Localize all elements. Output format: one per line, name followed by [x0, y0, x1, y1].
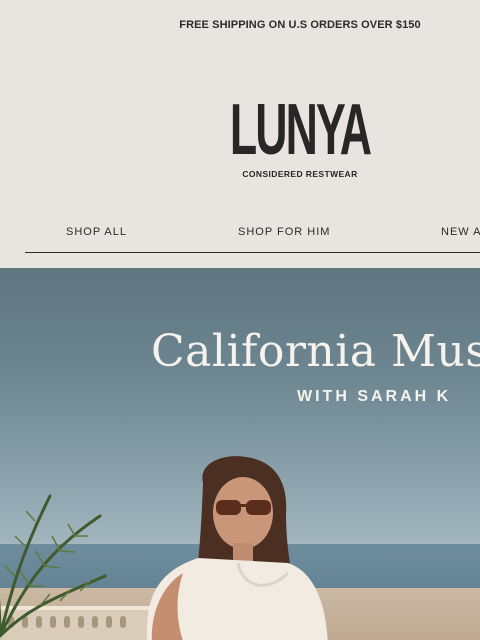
logo-wordmark: LUNYA: [229, 90, 372, 170]
hero-subtitle: WITH SARAH K: [297, 388, 452, 405]
nav-divider: [25, 252, 480, 253]
email-page: FREE SHIPPING ON U.S ORDERS OVER $150 LU…: [0, 0, 480, 640]
hero-banner[interactable]: California Mus WITH SARAH K: [0, 268, 480, 640]
shipping-announcement: FREE SHIPPING ON U.S ORDERS OVER $150: [179, 19, 421, 31]
hero-model-image: [146, 456, 328, 640]
brand-logo[interactable]: LUNYA CONSIDERED RESTWEAR: [0, 90, 480, 179]
logo-tagline: CONSIDERED RESTWEAR: [242, 169, 358, 179]
nav-item-shop-for-him[interactable]: SHOP FOR HIM: [238, 226, 330, 238]
hero-palm-image: [0, 494, 107, 638]
hero-title: California Mus: [151, 326, 480, 377]
nav-item-new-arrivals[interactable]: NEW A: [441, 226, 480, 238]
nav-item-shop-all[interactable]: SHOP ALL: [66, 226, 127, 238]
main-nav: SHOP ALL SHOP FOR HIM NEW A: [0, 226, 480, 242]
